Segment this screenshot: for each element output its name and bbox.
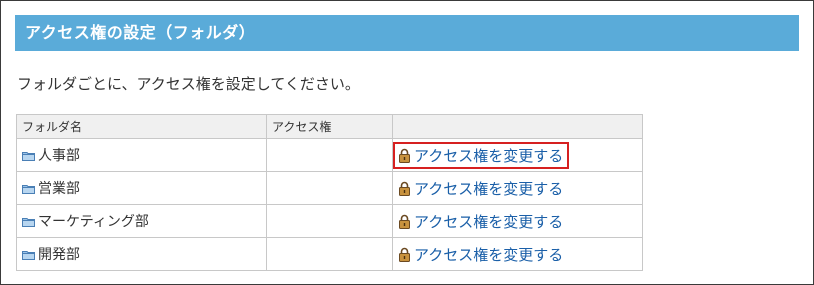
lock-icon: [399, 181, 410, 196]
folder-name[interactable]: マーケティング部: [38, 214, 149, 230]
folder-name-cell: マーケティング部: [16, 204, 267, 238]
folder-name[interactable]: 開発部: [38, 247, 80, 263]
column-header-action: [392, 114, 643, 139]
action-cell: アクセス権を変更する: [392, 204, 643, 238]
instruction-text: フォルダごとに、アクセス権を設定してください。: [17, 75, 360, 93]
page-title: アクセス権の設定（フォルダ）: [15, 15, 799, 51]
change-access-link[interactable]: アクセス権を変更する: [414, 246, 563, 264]
lock-icon: [399, 247, 410, 262]
folder-name-cell: 営業部: [16, 171, 267, 205]
folder-icon: [22, 152, 35, 161]
change-access-link[interactable]: アクセス権を変更する: [414, 180, 563, 198]
table-row: 開発部 アクセス権を変更する: [16, 237, 643, 271]
action-cell: アクセス権を変更する: [392, 237, 643, 271]
column-header-access: アクセス権: [266, 114, 393, 139]
access-cell: [266, 138, 393, 172]
table-header-row: フォルダ名 アクセス権: [16, 114, 643, 139]
change-access-link[interactable]: アクセス権を変更する: [414, 213, 563, 231]
action-cell: アクセス権を変更する: [392, 171, 643, 205]
access-cell: [266, 171, 393, 205]
access-cell: [266, 204, 393, 238]
folder-icon: [22, 251, 35, 260]
folder-icon: [22, 185, 35, 194]
action-cell: アクセス権を変更する: [392, 138, 643, 172]
table-row: 営業部 アクセス権を変更する: [16, 171, 643, 205]
page-frame: アクセス権の設定（フォルダ） フォルダごとに、アクセス権を設定してください。 フ…: [0, 0, 814, 285]
lock-icon: [399, 214, 410, 229]
table-row: マーケティング部 アクセス権を変更する: [16, 204, 643, 238]
table-row: 人事部 アクセス権を変更する: [16, 138, 643, 172]
folder-access-table: フォルダ名 アクセス権 人事部 アクセス権を変更する 営業部 アクセス権を変更す…: [16, 114, 643, 271]
lock-icon: [399, 148, 410, 163]
access-cell: [266, 237, 393, 271]
highlight-frame: アクセス権を変更する: [393, 141, 570, 169]
folder-name-cell: 開発部: [16, 237, 267, 271]
folder-icon: [22, 218, 35, 227]
folder-name[interactable]: 営業部: [38, 181, 80, 197]
change-access-link[interactable]: アクセス権を変更する: [414, 147, 563, 165]
folder-name[interactable]: 人事部: [38, 148, 80, 164]
column-header-folder-name: フォルダ名: [16, 114, 267, 139]
folder-name-cell: 人事部: [16, 138, 267, 172]
